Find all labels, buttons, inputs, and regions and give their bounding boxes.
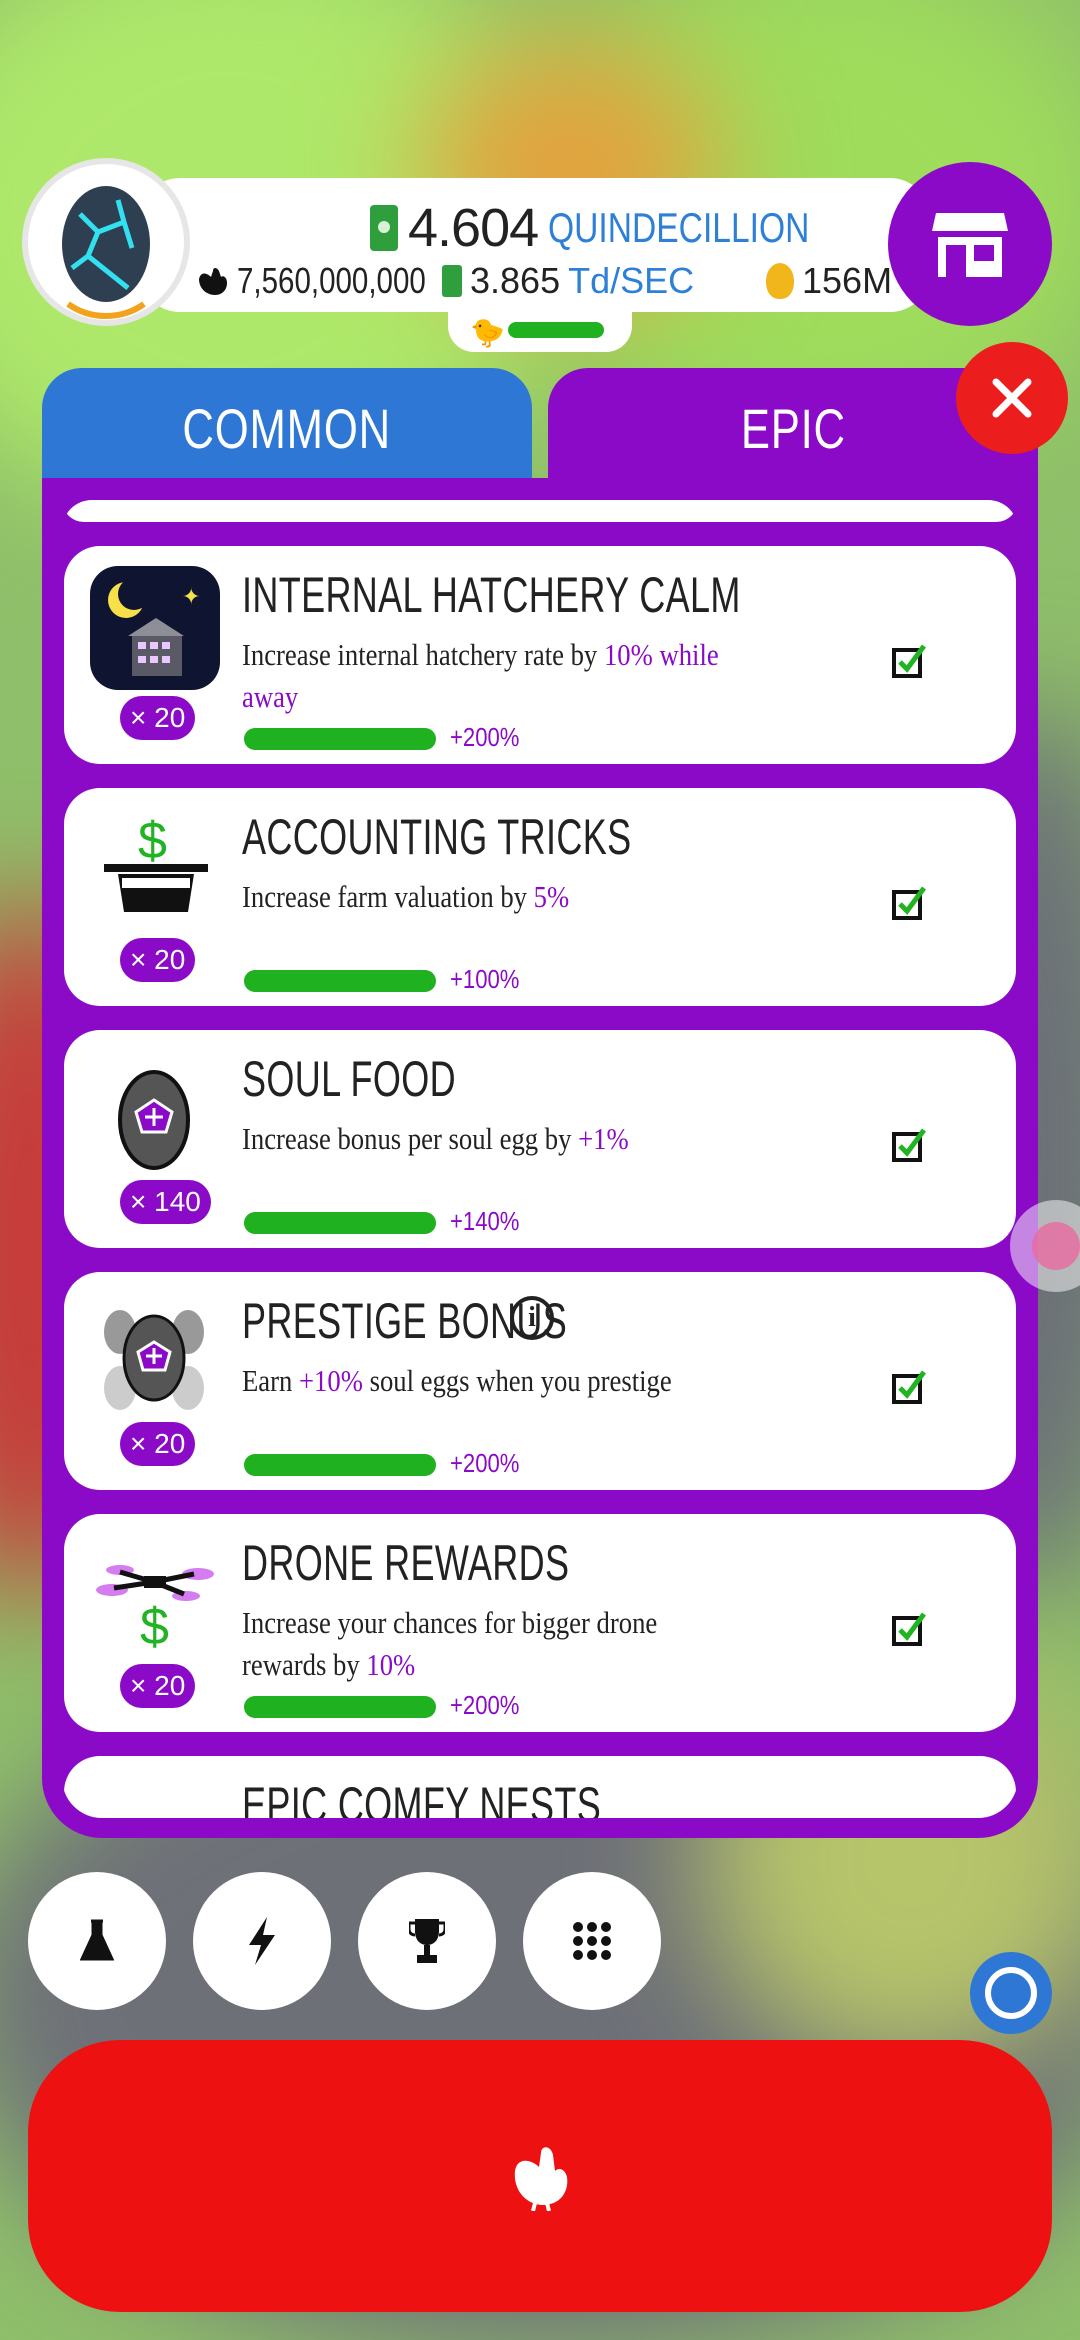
research-description: Increase internal hatchery rate by 10% w…	[242, 637, 719, 714]
research-title: ACCOUNTING TRICKS	[242, 809, 632, 865]
menu-grid-icon	[573, 1922, 611, 1960]
chicken-count: 7,560,000,000	[195, 258, 467, 304]
research-level-badge: × 20	[120, 696, 196, 740]
research-progress-bar	[244, 1454, 436, 1476]
research-title: INTERNAL HATCHERY CALM	[242, 567, 741, 623]
info-icon[interactable]: i	[510, 1296, 554, 1340]
earning-rate: 3.865 Td/SEC	[442, 258, 694, 304]
assistive-touch-button[interactable]	[970, 1952, 1052, 2034]
svg-text:$: $	[140, 1598, 169, 1656]
research-list[interactable]: ✦ × 20 INTERNAL HATCHERY CALM Increase i…	[62, 500, 1018, 1818]
research-description: Increase farm valuation by 5%	[242, 879, 570, 914]
research-progress-bar	[244, 1212, 436, 1234]
cash-icon	[370, 205, 398, 251]
chicken-icon	[199, 268, 227, 295]
research-flask-icon	[80, 1919, 114, 1961]
research-level-badge: × 20	[120, 1422, 196, 1466]
checkbox-checked-icon	[892, 1612, 926, 1646]
research-card: × 20 PRESTIGE BONUS i Earn +10% soul egg…	[64, 1272, 1016, 1490]
close-icon	[992, 378, 1032, 418]
close-button[interactable]	[956, 342, 1068, 454]
money-display: 4.604 QUINDECILLION	[370, 198, 875, 258]
checkbox-checked-icon	[892, 1128, 926, 1162]
research-level-badge: × 20	[120, 1664, 196, 1708]
soul-eggs-cluster-icon	[104, 1310, 204, 1410]
svg-text:$: $	[138, 812, 167, 870]
checkbox-checked-icon	[892, 644, 926, 678]
research-title: EPIC COMFY NESTS	[242, 1777, 602, 1818]
boost-lightning-icon	[249, 1917, 275, 1965]
research-description: Increase bonus per soul egg by +1%	[242, 1121, 629, 1156]
research-level-badge: × 20	[120, 938, 196, 982]
research-bonus: +200%	[450, 722, 520, 752]
previous-card-edge	[62, 500, 1018, 522]
research-progress-bar	[244, 1696, 436, 1718]
golden-egg-icon	[766, 263, 794, 299]
enlightenment-egg-icon	[62, 186, 150, 320]
store-icon	[932, 213, 1008, 277]
research-card: $ × 20 DRONE REWARDS Increase your chanc…	[64, 1514, 1016, 1732]
research-level-badge: × 140	[120, 1180, 211, 1224]
research-progress-bar	[244, 728, 436, 750]
golden-eggs-value: 156M	[802, 260, 893, 301]
nests-icon	[90, 1776, 220, 1818]
research-progress-bar	[244, 970, 436, 992]
drone-dollar-icon: $	[96, 1565, 214, 1656]
research-title: DRONE REWARDS	[242, 1535, 570, 1591]
chick-icon: 🐤	[470, 317, 505, 348]
research-description: Increase your chances for bigger drone r…	[242, 1605, 658, 1682]
chicken-icon	[514, 2147, 568, 2211]
research-bonus: +200%	[450, 1448, 520, 1478]
current-egg-avatar[interactable]	[28, 164, 184, 320]
research-card: ✦ × 20 INTERNAL HATCHERY CALM Increase i…	[64, 546, 1016, 764]
research-description: Earn +10% soul eggs when you prestige	[242, 1363, 672, 1398]
achievements-button[interactable]	[358, 1872, 496, 2010]
checkbox-checked-icon	[892, 1370, 926, 1404]
hatchery-night-icon: ✦	[90, 566, 220, 690]
checkbox-checked-icon	[892, 886, 926, 920]
golden-eggs: 156M	[766, 258, 892, 304]
research-bonus: +200%	[450, 1690, 520, 1720]
menu-button[interactable]	[523, 1872, 661, 2010]
shop-button[interactable]	[888, 162, 1052, 326]
earning-rate-unit: Td/SEC	[568, 260, 695, 301]
hatch-chicken-button[interactable]	[28, 2040, 1052, 2312]
research-card: × 140 SOUL FOOD Increase bonus per soul …	[64, 1030, 1016, 1248]
money-value: 4.604	[408, 198, 539, 258]
research-bonus: +140%	[450, 1206, 520, 1236]
top-hat-dollar-icon: $	[104, 812, 208, 912]
svg-text:✦: ✦	[182, 584, 200, 609]
money-unit: QUINDECILLION	[548, 204, 810, 251]
research-title: SOUL FOOD	[242, 1051, 456, 1107]
research-button[interactable]	[28, 1872, 166, 2010]
chicken-count-value: 7,560,000,000	[237, 260, 426, 301]
earning-rate-value: 3.865	[470, 260, 561, 301]
soul-egg-icon	[118, 1070, 190, 1170]
research-bonus: +100%	[450, 964, 520, 994]
cash-icon	[442, 265, 462, 297]
research-card: $ × 20 ACCOUNTING TRICKS Increase farm v…	[64, 788, 1016, 1006]
hatchery-progress-bar	[508, 322, 604, 338]
boost-button[interactable]	[193, 1872, 331, 2010]
trophy-icon	[409, 1919, 445, 1963]
research-card: EPIC COMFY NESTS	[64, 1756, 1016, 1818]
